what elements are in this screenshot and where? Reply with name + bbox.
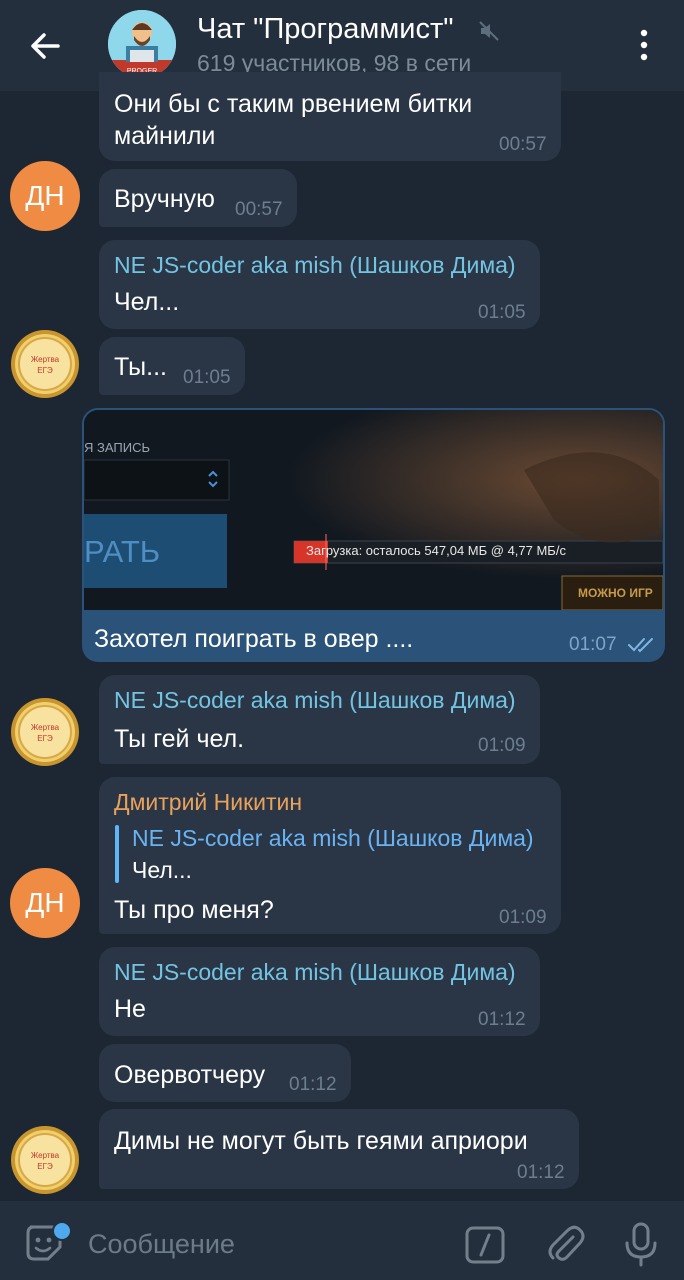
message-time: 01:12 bbox=[289, 1074, 337, 1095]
sender-name[interactable]: NE JS-coder aka mish (Шашков Дима) bbox=[114, 687, 516, 714]
message-text: Они бы с таким рвением битки bbox=[114, 90, 473, 118]
message-time: 01:07 bbox=[569, 634, 617, 655]
avatar[interactable]: Жертва ЕГЭ bbox=[10, 329, 80, 399]
avatar[interactable]: Жертва ЕГЭ bbox=[10, 697, 80, 767]
message-text: Димы не могут быть геями априори bbox=[114, 1127, 528, 1155]
chat-avatar[interactable]: PROGER bbox=[108, 10, 176, 78]
message-input[interactable] bbox=[86, 1228, 450, 1261]
mute-icon bbox=[479, 21, 499, 41]
message-bubble[interactable]: Они бы с таким рвением битки майнили 00:… bbox=[99, 72, 561, 161]
avatar[interactable]: Жертва ЕГЭ bbox=[10, 1125, 80, 1195]
attach-icon[interactable] bbox=[545, 1223, 585, 1265]
message-time: 01:12 bbox=[517, 1162, 565, 1183]
message-text: Вручную bbox=[114, 185, 215, 213]
message-composer bbox=[0, 1201, 684, 1280]
message-time: 01:09 bbox=[499, 907, 547, 928]
message-text: майнили bbox=[114, 122, 216, 150]
reply-sender-name[interactable]: NE JS-coder aka mish (Шашков Дима) bbox=[132, 825, 534, 852]
back-arrow-icon[interactable] bbox=[24, 24, 68, 68]
reply-bar bbox=[115, 825, 119, 883]
reply-text[interactable]: Чел... bbox=[132, 857, 192, 884]
double-check-icon bbox=[628, 638, 653, 653]
message-bubble[interactable]: NE JS-coder aka mish (Шашков Дима) Не 01… bbox=[99, 947, 540, 1036]
message-text: Ты... bbox=[114, 353, 167, 381]
message-text: Ты про меня? bbox=[114, 896, 274, 924]
photo-button-text: РАТЬ bbox=[84, 534, 161, 569]
message-bubble[interactable]: Димы не могут быть геями априори 01:12 bbox=[99, 1109, 579, 1189]
message-bubble[interactable]: Овервотчеру 01:12 bbox=[99, 1044, 351, 1102]
message-time: 00:57 bbox=[235, 199, 283, 220]
chat-title[interactable]: Чат "Программист" bbox=[197, 13, 454, 46]
message-time: 00:57 bbox=[499, 134, 547, 155]
photo-label: Я ЗАПИСЬ bbox=[84, 440, 150, 455]
message-text: Ты гей чел. bbox=[114, 725, 245, 753]
outgoing-message-bubble[interactable]: Я ЗАПИСЬ РАТЬ Загрузка: осталось 547,04 … bbox=[82, 408, 665, 662]
avatar[interactable]: ДН bbox=[10, 161, 80, 231]
message-time: 01:09 bbox=[478, 735, 526, 756]
microphone-icon[interactable] bbox=[622, 1221, 660, 1267]
notification-dot bbox=[52, 1221, 72, 1241]
message-text: Овервотчеру bbox=[114, 1061, 266, 1089]
message-bubble[interactable]: NE JS-coder aka mish (Шашков Дима) Ты ге… bbox=[99, 675, 540, 764]
bot-command-icon[interactable] bbox=[465, 1226, 505, 1264]
avatar[interactable]: ДН bbox=[10, 868, 80, 938]
message-bubble[interactable]: Ты... 01:05 bbox=[99, 337, 245, 395]
message-text: Не bbox=[114, 995, 146, 1023]
download-status: Загрузка: осталось 547,04 МБ @ 4,77 МБ/с bbox=[306, 543, 566, 558]
message-bubble[interactable]: Дмитрий Никитин NE JS-coder aka mish (Ша… bbox=[99, 777, 561, 934]
more-vertical-icon[interactable] bbox=[632, 26, 656, 64]
message-time: 01:05 bbox=[478, 302, 526, 323]
message-time: 01:05 bbox=[183, 367, 231, 388]
message-bubble[interactable]: NE JS-coder aka mish (Шашков Дима) Чел..… bbox=[99, 240, 540, 329]
sender-name[interactable]: Дмитрий Никитин bbox=[114, 789, 302, 816]
message-photo[interactable]: Я ЗАПИСЬ РАТЬ Загрузка: осталось 547,04 … bbox=[84, 410, 663, 610]
message-text: Захотел поиграть в овер .... bbox=[94, 625, 414, 653]
message-bubble[interactable]: Вручную 00:57 bbox=[99, 169, 297, 227]
message-time: 01:12 bbox=[478, 1009, 526, 1030]
message-text: Чел... bbox=[114, 288, 180, 316]
sender-name[interactable]: NE JS-coder aka mish (Шашков Дима) bbox=[114, 252, 516, 279]
play-button-text: МОЖНО ИГР bbox=[578, 586, 653, 600]
sender-name[interactable]: NE JS-coder aka mish (Шашков Дима) bbox=[114, 959, 516, 986]
